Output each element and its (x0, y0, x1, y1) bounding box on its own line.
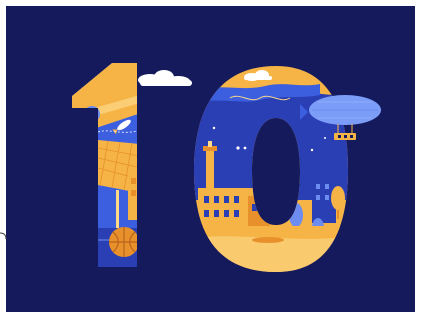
building (128, 172, 137, 220)
number-ten-illustration (72, 63, 381, 272)
moon-icon (84, 106, 100, 122)
sparkle-icon (243, 146, 247, 150)
basketball-icon (109, 227, 137, 257)
factory-building (198, 188, 270, 228)
digit-zero (194, 66, 348, 272)
pond (252, 237, 284, 243)
digit-one (72, 63, 137, 267)
illustration-canvas (0, 0, 422, 318)
cloud-icon (138, 70, 192, 86)
curved-edge-mark (0, 232, 7, 240)
